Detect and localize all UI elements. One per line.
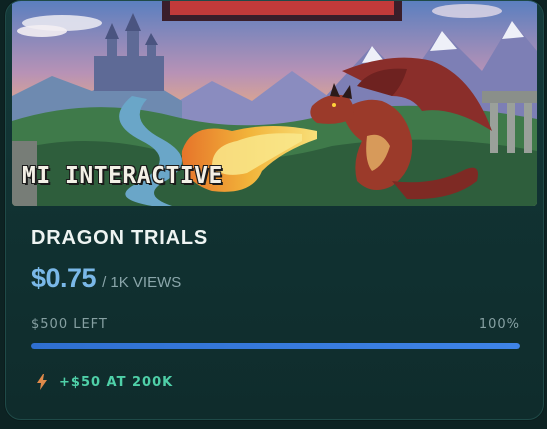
budget-progress-bar xyxy=(31,343,520,349)
price-per-thousand: $0.75 xyxy=(31,263,97,293)
budget-left-label: $500 LEFT xyxy=(31,317,108,332)
campaign-card[interactable]: MI INTERACTIVE DRAGON TRIALS $0.75 / 1K … xyxy=(5,0,544,420)
lightning-bolt-icon xyxy=(37,374,47,390)
studio-name: MI INTERACTIVE xyxy=(22,163,223,189)
bonus-row: +$50 AT 200K xyxy=(37,374,173,390)
budget-percent-label: 100% xyxy=(478,317,520,332)
bonus-milestone: +$50 AT 200K xyxy=(59,374,174,390)
campaign-title[interactable]: DRAGON TRIALS xyxy=(31,227,208,250)
per-views-label: / 1K VIEWS xyxy=(102,274,182,291)
price-row: $0.75 / 1K VIEWS xyxy=(31,263,181,294)
budget-progress-fill xyxy=(31,343,520,349)
